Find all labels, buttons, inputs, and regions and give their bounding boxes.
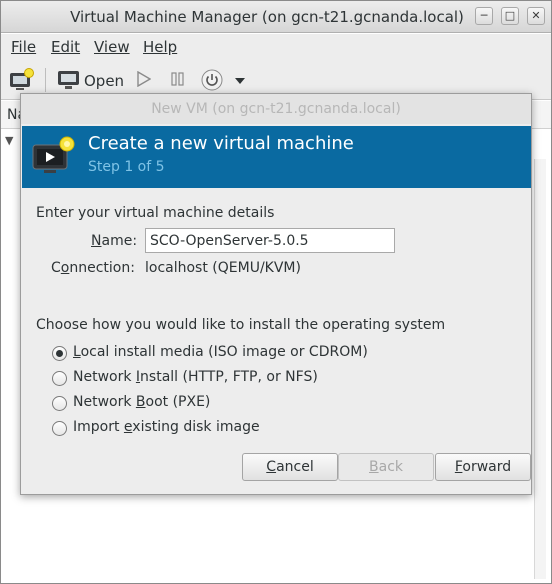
play-icon xyxy=(137,70,152,88)
radio-label: Import existing disk image xyxy=(73,419,260,435)
shutdown-dropdown-button[interactable] xyxy=(235,73,245,89)
wizard-banner: Create a new virtual machine Step 1 of 5 xyxy=(22,126,531,188)
power-icon xyxy=(201,69,223,91)
pause-icon xyxy=(171,72,184,86)
forward-button[interactable]: Forward xyxy=(435,453,531,481)
virtual-machine-icon xyxy=(32,136,75,173)
main-titlebar[interactable]: Virtual Machine Manager (on gcn-t21.gcna… xyxy=(1,1,551,33)
radio-label: Network Install (HTTP, FTP, or NFS) xyxy=(73,369,318,385)
radio-button-selected[interactable] xyxy=(52,346,67,361)
radio-button[interactable] xyxy=(52,371,67,386)
new-vm-button[interactable] xyxy=(9,68,35,92)
wizard-step-indicator: Step 1 of 5 xyxy=(88,159,165,175)
radio-button[interactable] xyxy=(52,421,67,436)
open-button-label: Open xyxy=(84,72,125,90)
radio-button[interactable] xyxy=(52,396,67,411)
run-button[interactable] xyxy=(137,70,152,91)
cancel-button[interactable]: Cancel xyxy=(242,453,338,481)
name-label: Name: xyxy=(91,233,138,249)
menu-edit[interactable]: Edit xyxy=(51,38,80,56)
close-button[interactable]: ✕ xyxy=(527,7,545,25)
new-vm-icon xyxy=(10,68,34,90)
wizard-heading: Create a new virtual machine xyxy=(88,133,354,154)
radio-label: Network Boot (PXE) xyxy=(73,394,211,410)
radio-label: Local install media (ISO image or CDROM) xyxy=(73,344,368,360)
pause-button[interactable] xyxy=(171,72,185,90)
details-section-heading: Enter your virtual machine details xyxy=(36,205,275,221)
back-button: Back xyxy=(338,453,434,481)
dialog-titlebar[interactable]: New VM (on gcn-t21.gcnanda.local) xyxy=(21,94,531,124)
main-window-title: Virtual Machine Manager (on gcn-t21.gcna… xyxy=(70,8,464,26)
install-section-heading: Choose how you would like to install the… xyxy=(36,317,446,333)
menubar: File Edit View Help xyxy=(1,34,551,60)
maximize-button[interactable]: □ xyxy=(501,7,519,25)
expander-arrow-icon[interactable]: ▼ xyxy=(5,134,13,147)
new-vm-dialog: New VM (on gcn-t21.gcnanda.local) Create… xyxy=(20,93,532,495)
connection-label: Connection: xyxy=(51,260,135,276)
menu-help[interactable]: Help xyxy=(143,38,177,56)
chevron-down-icon xyxy=(235,78,245,84)
menu-view[interactable]: View xyxy=(94,38,130,56)
dialog-title: New VM (on gcn-t21.gcnanda.local) xyxy=(151,101,401,117)
connection-value: localhost (QEMU/KVM) xyxy=(145,260,301,276)
monitor-icon xyxy=(58,71,79,89)
shutdown-button[interactable] xyxy=(201,69,223,91)
toolbar-separator xyxy=(45,68,46,92)
menu-file[interactable]: File xyxy=(11,38,36,56)
vm-list-scrollbar[interactable] xyxy=(534,159,546,579)
name-input[interactable] xyxy=(145,228,395,253)
minimize-button[interactable]: ─ xyxy=(475,7,493,25)
